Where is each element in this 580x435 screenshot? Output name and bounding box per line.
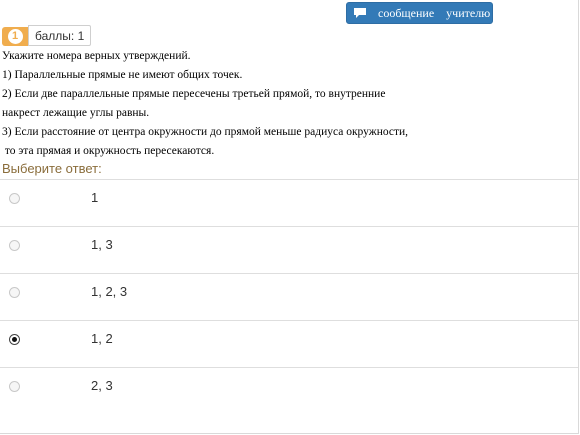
question-text: Укажите номера верных утверждений. 1) Па… [2, 47, 562, 161]
radio-button[interactable] [9, 240, 20, 251]
message-button-label-2: учителю [446, 5, 491, 20]
answer-prompt: Выберите ответ: [2, 161, 102, 176]
question-line: 3) Если расстояние от центра окружности … [2, 126, 409, 138]
radio-button[interactable] [9, 193, 20, 204]
speech-bubble-icon [353, 7, 367, 19]
question-number: 1 [7, 29, 23, 44]
answer-option[interactable]: 2, 3 [0, 367, 578, 414]
question-line: 2) Если две параллельные прямые пересече… [2, 88, 386, 100]
message-button-label-1: сообщение [378, 5, 435, 20]
answer-label: 1 [91, 190, 99, 205]
answer-list: 1 1, 3 1, 2, 3 1, 2 2, 3 [0, 179, 578, 414]
radio-button[interactable] [9, 334, 20, 345]
answer-label: 2, 3 [91, 378, 113, 393]
answer-option[interactable]: 1, 3 [0, 226, 578, 273]
answer-option[interactable]: 1, 2 [0, 320, 578, 367]
answer-label: 1, 2, 3 [91, 284, 128, 299]
answer-option[interactable]: 1, 2, 3 [0, 273, 578, 320]
radio-button[interactable] [9, 381, 20, 392]
message-teacher-button[interactable]: сообщение учителю [346, 2, 493, 24]
question-number-badge: 1 [2, 27, 28, 46]
question-line: Укажите номера верных утверждений. [2, 50, 191, 62]
question-line: 1) Параллельные прямые не имеют общих то… [2, 69, 243, 81]
answer-label: 1, 3 [91, 237, 113, 252]
answer-option[interactable]: 1 [0, 179, 578, 226]
question-line: накрест лежащие углы равны. [2, 107, 150, 119]
answer-label: 1, 2 [91, 331, 113, 346]
score-badge: баллы: 1 [28, 25, 92, 46]
question-line: то эта прямая и окружность пересекаются. [2, 145, 215, 157]
radio-button[interactable] [9, 287, 20, 298]
